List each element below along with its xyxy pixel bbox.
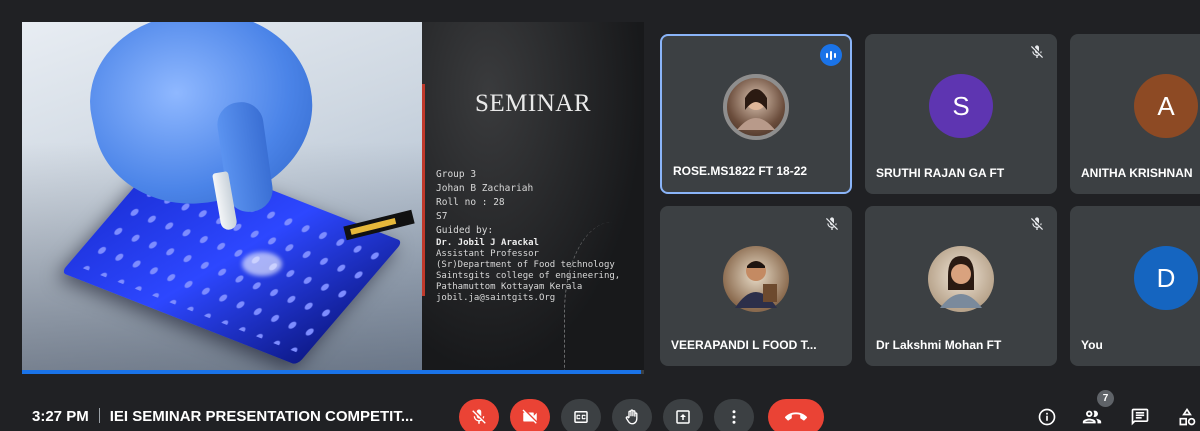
participant-avatar — [723, 74, 789, 140]
more-options-button[interactable] — [714, 399, 754, 431]
present-icon — [676, 410, 690, 424]
people-icon — [1082, 410, 1102, 424]
mic-off-icon — [826, 217, 838, 230]
participant-name: You — [1081, 338, 1103, 352]
participant-tile[interactable]: S SRUTHI RAJAN GA FT — [865, 34, 1057, 194]
person-photo-icon — [940, 256, 982, 308]
participant-tile[interactable]: A ANITHA KRISHNAN — [1070, 34, 1200, 194]
raise-hand-icon — [625, 409, 638, 425]
present-button[interactable] — [663, 399, 703, 431]
mic-toggle-button[interactable] — [459, 399, 499, 431]
participant-avatar: D — [1134, 246, 1198, 310]
mic-off-icon — [1031, 217, 1043, 230]
participant-tile[interactable]: VEERAPANDI L FOOD T... — [660, 206, 852, 366]
slide-title: SEMINAR — [474, 90, 591, 117]
slide-line: Johan B Zachariah — [436, 183, 534, 194]
end-call-icon — [785, 412, 807, 421]
person-photo-icon — [735, 261, 777, 308]
mic-off-icon — [472, 409, 486, 424]
camera-toggle-button[interactable] — [510, 399, 550, 431]
more-options-icon — [732, 410, 736, 424]
participant-tile[interactable]: ROSE.MS1822 FT 18-22 — [660, 34, 852, 194]
activities-button[interactable] — [1176, 406, 1198, 428]
slide-line: Group 3 — [436, 169, 477, 180]
meeting-time: 3:27 PM — [32, 408, 89, 425]
participant-avatar — [723, 246, 789, 312]
activities-icon — [1179, 407, 1196, 426]
info-icon — [1038, 408, 1056, 426]
person-photo-icon — [723, 74, 789, 140]
chat-icon — [1131, 408, 1149, 426]
speaking-indicator-icon — [820, 44, 842, 66]
slide-photo-lab-pipette — [22, 22, 422, 374]
captions-icon — [574, 411, 588, 423]
meeting-title: IEI SEMINAR PRESENTATION COMPETIT... — [109, 408, 414, 425]
bottom-control-bar: 3:27 PM IEI SEMINAR PRESENTATION COMPETIT… — [0, 395, 1200, 431]
participant-name: Dr Lakshmi Mohan FT — [876, 338, 1002, 352]
people-count-badge: 7 — [1097, 390, 1114, 407]
captions-button[interactable] — [561, 399, 601, 431]
meeting-details-button[interactable] — [1036, 406, 1058, 428]
participant-name: VEERAPANDI L FOOD T... — [671, 338, 817, 352]
raise-hand-button[interactable] — [612, 399, 652, 431]
participant-tile[interactable]: D You — [1070, 206, 1200, 366]
presentation-view: SEMINAR Group 3 Johan B Zachariah Roll n… — [22, 22, 644, 374]
participant-avatar — [928, 246, 994, 312]
meeting-info: 3:27 PM IEI SEMINAR PRESENTATION COMPETIT… — [32, 408, 413, 425]
participant-avatar: S — [929, 74, 993, 138]
participant-name: SRUTHI RAJAN GA FT — [876, 166, 1005, 180]
people-button[interactable] — [1081, 406, 1103, 428]
mic-off-icon — [1031, 45, 1043, 58]
end-call-button[interactable] — [768, 399, 824, 431]
camera-off-icon — [522, 409, 537, 424]
slide-text-panel: SEMINAR Group 3 Johan B Zachariah Roll n… — [422, 22, 644, 374]
participant-avatar: A — [1134, 74, 1198, 138]
participant-name: ANITHA KRISHNAN — [1081, 166, 1193, 180]
participant-name: ROSE.MS1822 FT 18-22 — [673, 164, 808, 178]
chat-button[interactable] — [1129, 406, 1151, 428]
presentation-progress-fill — [22, 370, 641, 374]
slide-line: Roll no : 28 — [436, 197, 505, 208]
presentation-progress-bar — [22, 370, 644, 374]
participant-tile[interactable]: Dr Lakshmi Mohan FT — [865, 206, 1057, 366]
